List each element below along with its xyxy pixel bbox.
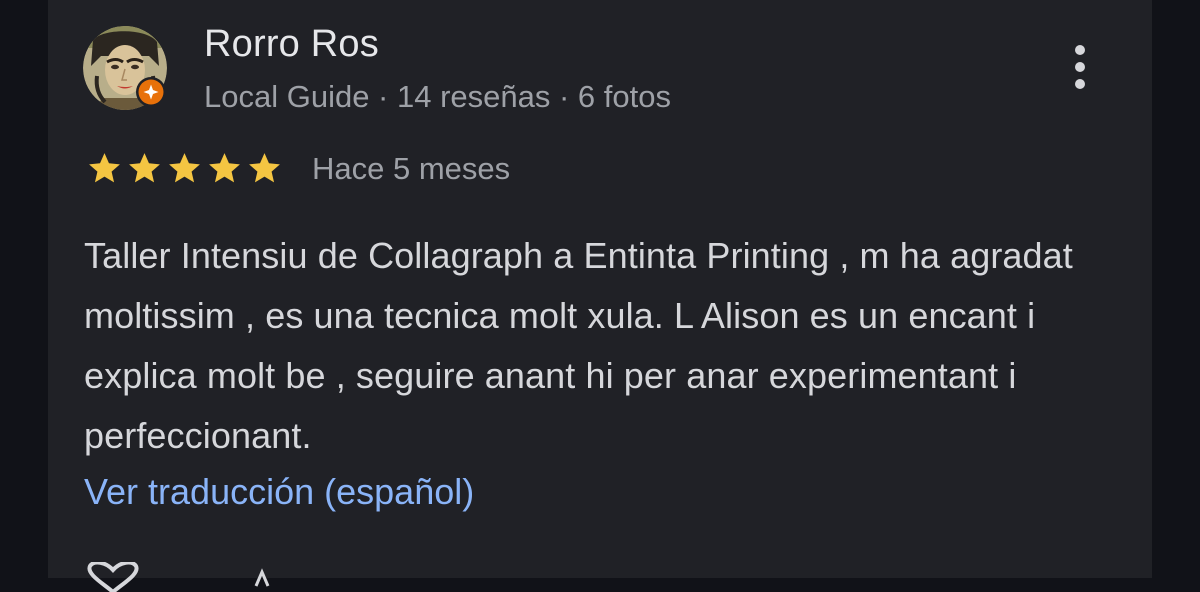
star-icon [129,153,160,183]
share-icon[interactable] [252,568,272,588]
star-icon [169,153,200,183]
more-vert-icon[interactable] [1062,40,1098,96]
reviewer-avatar[interactable] [83,26,167,110]
local-guide-badge-icon [136,77,166,107]
star-rating [86,150,283,188]
review-date: Hace 5 meses [312,151,511,186]
star-icon [209,153,240,183]
review-text: Taller Intensiu de Collagraph a Entinta … [84,235,1073,456]
translate-link[interactable]: Ver traducción (español) [84,466,474,518]
reviewer-name[interactable]: Rorro Ros [204,23,379,66]
reviewer-meta: Local Guide · 14 reseñas · 6 fotos [204,79,671,114]
star-icon [89,153,120,183]
star-icon [249,153,280,183]
heart-like-icon[interactable] [82,562,144,592]
